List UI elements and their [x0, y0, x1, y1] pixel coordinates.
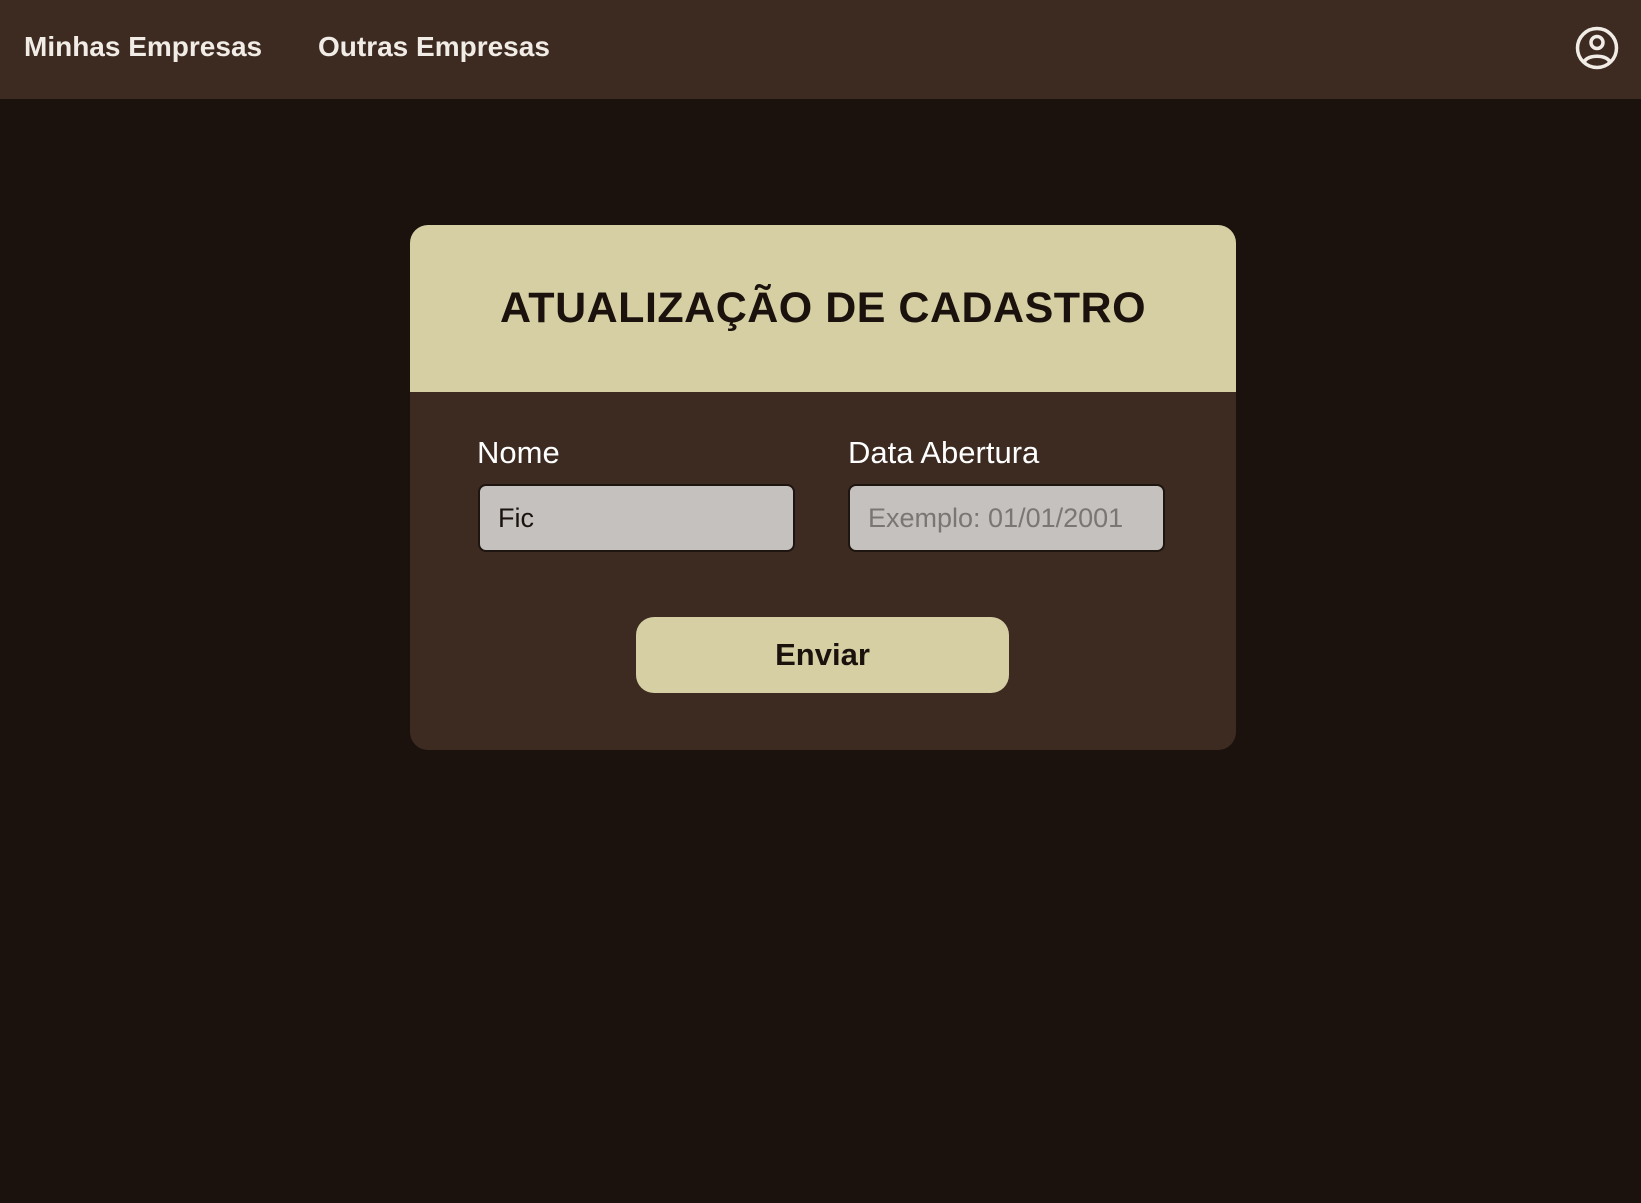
data-abertura-input[interactable] — [848, 484, 1165, 552]
update-form-card: ATUALIZAÇÃO DE CADASTRO Nome Data Abertu… — [410, 225, 1236, 750]
data-abertura-label: Data Abertura — [848, 435, 1040, 470]
enviar-button[interactable]: Enviar — [636, 617, 1009, 693]
page-title: ATUALIZAÇÃO DE CADASTRO — [499, 284, 1147, 332]
card-header: ATUALIZAÇÃO DE CADASTRO — [410, 225, 1236, 392]
user-circle-icon[interactable] — [1575, 26, 1619, 70]
nome-input[interactable] — [478, 484, 795, 552]
nome-label: Nome — [477, 435, 560, 470]
nav-link-minhas-empresas[interactable]: Minhas Empresas — [24, 30, 262, 64]
top-navbar: Minhas Empresas Outras Empresas — [0, 0, 1641, 99]
nav-link-outras-empresas[interactable]: Outras Empresas — [318, 30, 550, 64]
